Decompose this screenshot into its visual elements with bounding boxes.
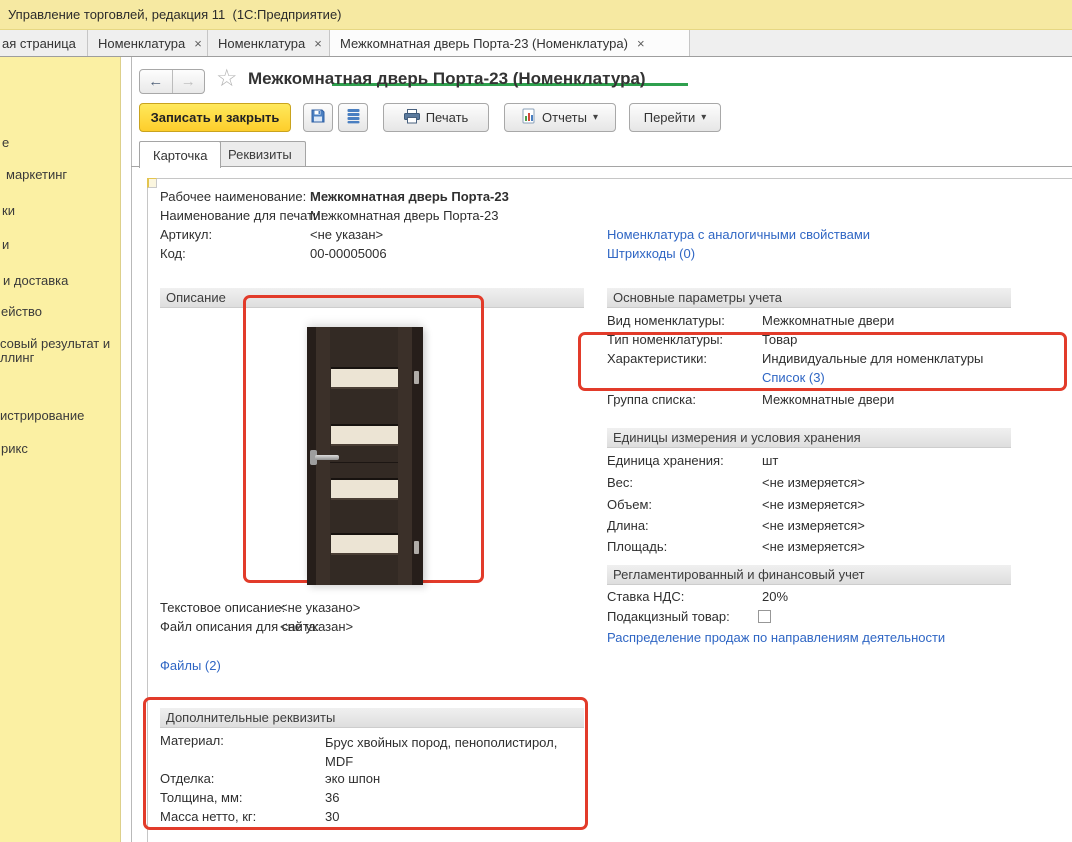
door-glass-panel bbox=[331, 367, 398, 389]
close-icon[interactable]: × bbox=[314, 36, 322, 51]
forward-arrow-icon: → bbox=[181, 73, 196, 90]
save-button[interactable] bbox=[303, 103, 333, 132]
panel-corner-marker bbox=[147, 178, 157, 188]
close-icon[interactable]: × bbox=[194, 36, 202, 51]
reports-button[interactable]: Отчеты ▾ bbox=[504, 103, 616, 132]
close-icon[interactable]: × bbox=[637, 36, 645, 51]
tab-item-card[interactable]: Межкомнатная дверь Порта-23 (Номенклатур… bbox=[330, 30, 690, 56]
door-hinge bbox=[414, 541, 419, 554]
back-button[interactable]: ← bbox=[140, 70, 173, 93]
sidebar-item-treasury[interactable]: ейство bbox=[1, 304, 42, 319]
favorite-star-icon[interactable]: ☆ bbox=[216, 64, 238, 93]
tab-nomenclature-2[interactable]: Номенклатура × bbox=[208, 30, 330, 56]
sidebar-item-bitrix[interactable]: рикс bbox=[1, 441, 28, 456]
list-icon bbox=[347, 108, 360, 127]
sidebar-item-purchases[interactable]: ки bbox=[2, 203, 15, 218]
history-nav-group: ← → bbox=[139, 69, 205, 94]
page-title: Межкомнатная дверь Порта-23 (Номенклатур… bbox=[248, 69, 646, 89]
sidebar-item-warehouse[interactable]: и доставка bbox=[3, 273, 68, 288]
product-photo[interactable] bbox=[307, 327, 423, 585]
door-glass-panel bbox=[331, 533, 398, 555]
sales-distribution-link[interactable]: Распределение продаж по направлениям дея… bbox=[607, 630, 945, 645]
save-icon bbox=[310, 108, 326, 127]
section-finance: Регламентированный и финансовый учет bbox=[607, 565, 1011, 585]
door-handle-lever bbox=[315, 455, 339, 460]
window-title: Управление торговлей, редакция 11 (1С:Пр… bbox=[8, 7, 342, 22]
report-icon bbox=[522, 108, 536, 127]
door-hinge bbox=[414, 371, 419, 384]
page-tab-divider bbox=[131, 166, 1072, 167]
printer-icon bbox=[404, 109, 420, 127]
content-panel-top-border bbox=[147, 178, 1072, 179]
sidebar-item-admin[interactable]: истрирование bbox=[0, 408, 84, 423]
tab-card[interactable]: Карточка bbox=[139, 141, 221, 168]
sidebar-item-finres-2[interactable]: ллинг bbox=[0, 350, 34, 365]
sidebar-item-sales[interactable]: и bbox=[2, 237, 9, 252]
tab-nomenclature-1[interactable]: Номенклатура × bbox=[88, 30, 208, 56]
save-and-close-button[interactable]: Записать и закрыть bbox=[139, 103, 291, 132]
change-history-button[interactable] bbox=[338, 103, 368, 132]
sidebar-item-main[interactable]: е bbox=[2, 135, 9, 150]
chevron-down-icon: ▾ bbox=[701, 112, 706, 123]
red-annotation-characteristics bbox=[578, 332, 1067, 391]
back-arrow-icon: ← bbox=[148, 73, 163, 90]
door-glass-panel bbox=[331, 424, 398, 446]
window-titlebar: Управление торговлей, редакция 11 (1С:Пр… bbox=[0, 0, 1072, 30]
form-left-border bbox=[131, 57, 132, 842]
sidebar-item-finres-1[interactable]: совый результат и bbox=[0, 336, 110, 351]
forward-button[interactable]: → bbox=[173, 70, 205, 93]
print-button[interactable]: Печать bbox=[383, 103, 489, 132]
section-accounting: Основные параметры учета bbox=[607, 288, 1011, 308]
section-units: Единицы измерения и условия хранения bbox=[607, 428, 1011, 448]
sections-sidebar: е маркетинг ки и и доставка ейство совый… bbox=[0, 57, 121, 842]
window-tabstrip: ая страница Номенклатура × Номенклатура … bbox=[0, 30, 1072, 57]
excisable-checkbox[interactable] bbox=[758, 610, 771, 623]
barcodes-link[interactable]: Штрихкоды (0) bbox=[607, 246, 695, 261]
application-window: Управление торговлей, редакция 11 (1С:Пр… bbox=[0, 0, 1072, 842]
tab-requisites[interactable]: Реквизиты bbox=[214, 141, 306, 167]
tab-start-page[interactable]: ая страница bbox=[0, 30, 88, 56]
door-glass-panel bbox=[331, 478, 398, 500]
chevron-down-icon: ▾ bbox=[593, 112, 598, 123]
door-groove bbox=[330, 462, 398, 463]
similar-items-link[interactable]: Номенклатура с аналогичными свойствами bbox=[607, 227, 870, 242]
red-annotation-additional bbox=[143, 697, 588, 830]
sidebar-item-marketing[interactable]: маркетинг bbox=[6, 167, 67, 182]
files-link[interactable]: Файлы (2) bbox=[160, 658, 221, 673]
navigate-button[interactable]: Перейти ▾ bbox=[629, 103, 721, 132]
